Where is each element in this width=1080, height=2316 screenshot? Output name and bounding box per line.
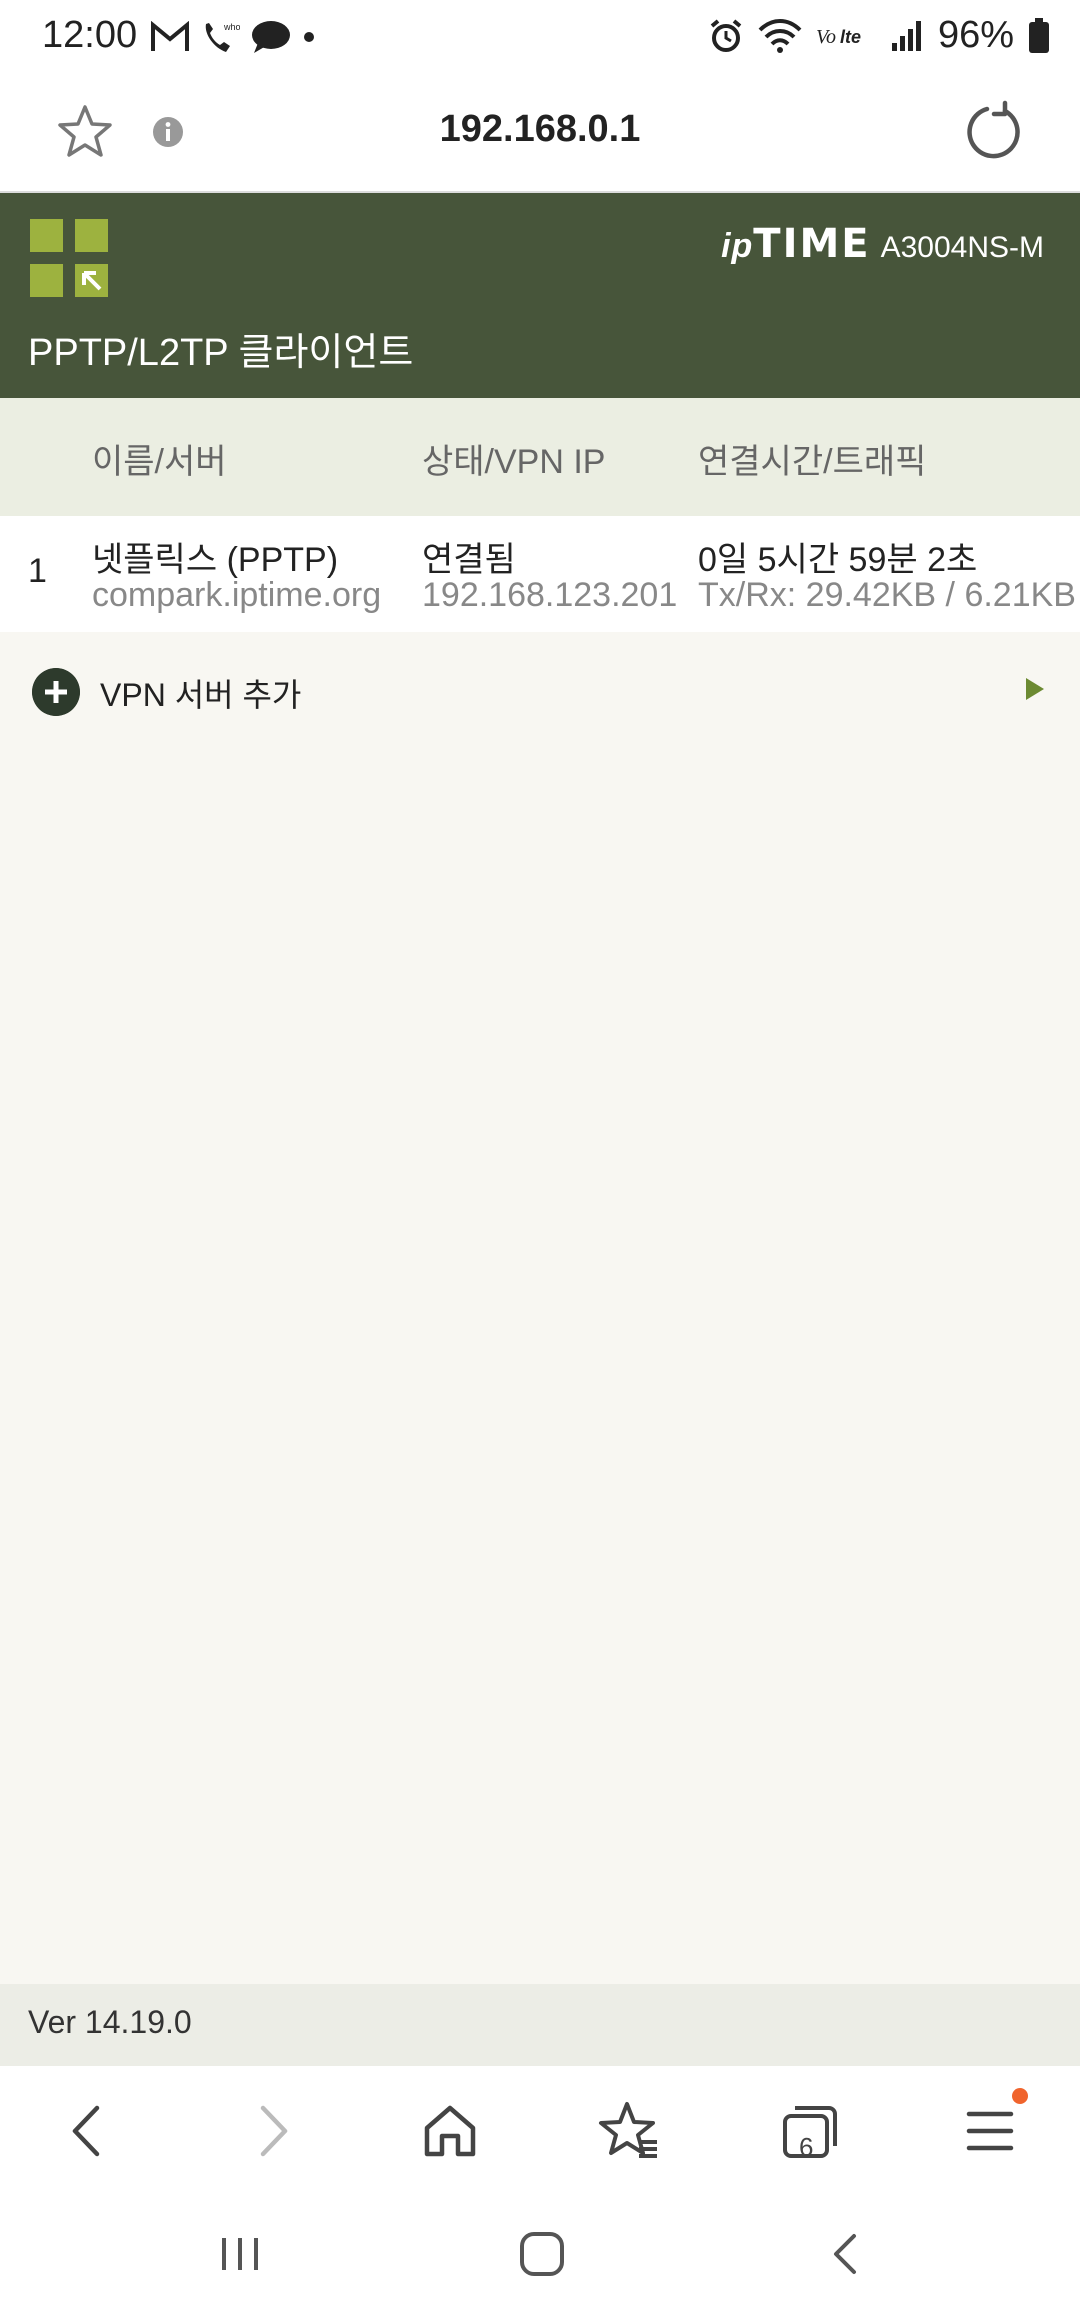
firmware-version: Ver 14.19.0 bbox=[28, 2004, 192, 2040]
battery-icon bbox=[1029, 17, 1049, 53]
reload-icon[interactable] bbox=[961, 100, 1025, 164]
vpn-name: 넷플릭스 (PPTP) bbox=[92, 541, 339, 579]
menu-grid-icon[interactable] bbox=[30, 219, 108, 297]
table-header: 이름/서버 상태/VPN IP 연결시간/트래픽 bbox=[0, 398, 1080, 516]
brand-ip: ip bbox=[721, 227, 754, 265]
chat-bubble-icon bbox=[252, 21, 290, 53]
logo-square bbox=[75, 264, 108, 297]
forward-icon[interactable] bbox=[236, 2096, 306, 2166]
wifi-calling-icon: who bbox=[205, 22, 240, 52]
wifi-icon bbox=[758, 18, 802, 53]
notification-dot-icon bbox=[1012, 2088, 1028, 2104]
menu-icon[interactable] bbox=[955, 2096, 1025, 2166]
plus-circle-icon bbox=[32, 668, 80, 716]
content-area: VPN 서버 추가 bbox=[0, 632, 1080, 1984]
vpn-uptime: 0일 5시간 59분 2초 bbox=[698, 541, 978, 579]
home-icon[interactable] bbox=[415, 2096, 485, 2166]
system-status-icons: Vo lte 96% bbox=[708, 14, 1050, 57]
status-bar: 12:00 who Vo lte 96% bbox=[0, 0, 1080, 78]
router-header: ip TIME A3004NS-M PPTP/L2TP 클라이언트 bbox=[0, 193, 1080, 398]
brand-time: TIME bbox=[753, 221, 871, 267]
recent-apps-icon[interactable] bbox=[210, 2224, 270, 2284]
play-arrow-icon bbox=[1026, 678, 1044, 700]
vpn-status: 연결됨 bbox=[422, 541, 516, 579]
browser-url-bar: 192.168.0.1 bbox=[0, 78, 1080, 193]
back-icon[interactable] bbox=[54, 2096, 124, 2166]
add-vpn-server-button[interactable]: VPN 서버 추가 bbox=[0, 632, 1080, 742]
arrow-up-left-icon bbox=[82, 271, 102, 291]
column-header-name: 이름/서버 bbox=[92, 443, 227, 481]
router-model: A3004NS-M bbox=[880, 231, 1044, 264]
home-button-icon[interactable] bbox=[512, 2224, 572, 2284]
logo-square bbox=[75, 219, 108, 252]
system-back-icon[interactable] bbox=[816, 2224, 876, 2284]
signal-icon bbox=[891, 20, 921, 51]
system-nav-bar bbox=[0, 2194, 1080, 2316]
column-header-time: 연결시간/트래픽 bbox=[698, 443, 927, 481]
iptime-brand: ip TIME A3004NS-M bbox=[721, 221, 1044, 267]
tab-count: 6 bbox=[799, 2132, 814, 2162]
volte-icon: Vo lte bbox=[816, 26, 861, 48]
add-vpn-server-label: VPN 서버 추가 bbox=[100, 677, 302, 713]
vpn-traffic: Tx/Rx: 29.42KB / 6.21KB bbox=[698, 576, 1076, 614]
page-title: PPTP/L2TP 클라이언트 bbox=[28, 332, 414, 374]
dot-icon bbox=[304, 32, 314, 42]
gmail-icon bbox=[151, 21, 189, 51]
logo-square bbox=[30, 219, 63, 252]
svg-text:who: who bbox=[223, 22, 240, 32]
version-bar: Ver 14.19.0 bbox=[0, 1984, 1080, 2066]
vpn-ip: 192.168.123.201 bbox=[422, 576, 678, 614]
url-text[interactable]: 192.168.0.1 bbox=[0, 108, 1080, 151]
notification-icons: who bbox=[150, 18, 316, 56]
logo-square bbox=[30, 264, 63, 297]
svg-text:Vo: Vo bbox=[816, 26, 836, 48]
browser-nav-bar: 6 bbox=[0, 2066, 1080, 2194]
status-time: 12:00 bbox=[42, 14, 138, 56]
svg-text:lte: lte bbox=[840, 27, 861, 47]
alarm-icon bbox=[710, 18, 742, 52]
battery-percent: 96% bbox=[937, 14, 1014, 56]
bookmarks-star-icon[interactable] bbox=[595, 2096, 665, 2166]
table-row[interactable]: 1 넷플릭스 (PPTP) compark.iptime.org 연결됨 192… bbox=[0, 516, 1080, 632]
vpn-server: compark.iptime.org bbox=[92, 576, 382, 614]
column-header-status: 상태/VPN IP bbox=[422, 443, 606, 481]
row-index: 1 bbox=[28, 552, 47, 590]
